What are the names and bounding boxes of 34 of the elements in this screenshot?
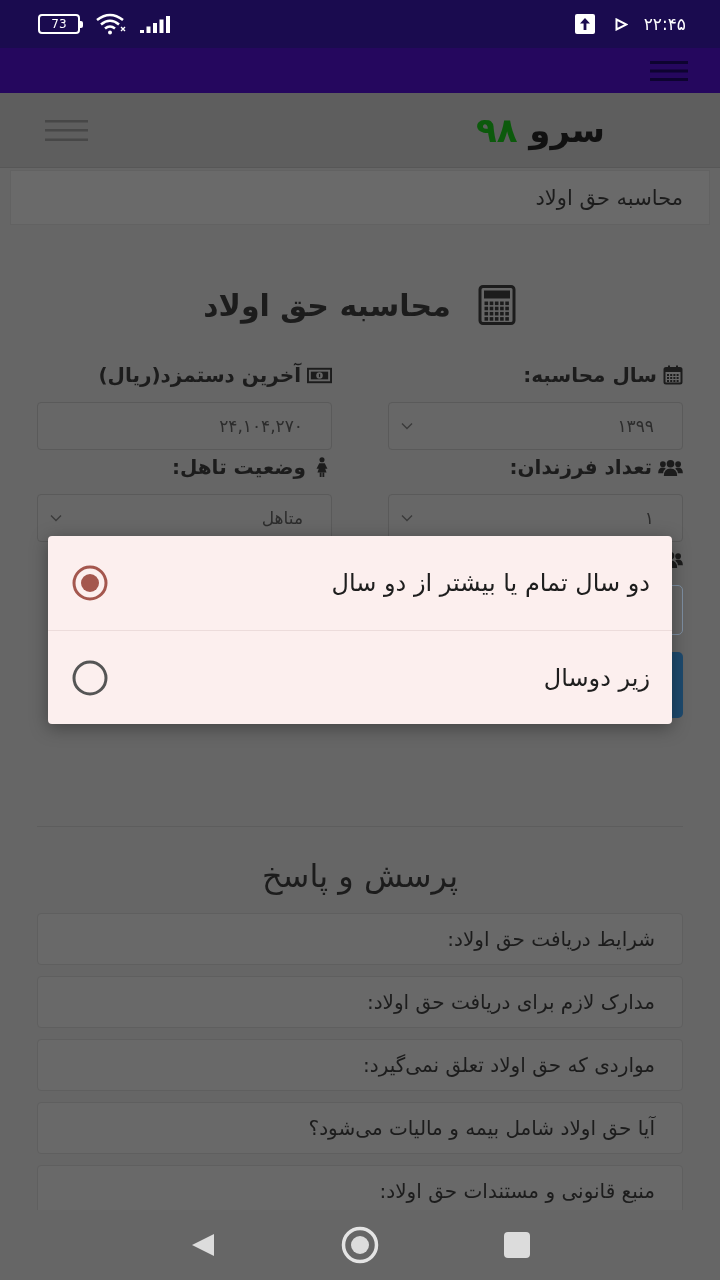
play-icon [614,17,628,31]
field-label: سال محاسبه: [523,363,657,387]
signal-icon [139,15,171,33]
home-icon[interactable] [341,1226,379,1264]
option-label[interactable]: دو سال تمام یا بیشتر از دو سال [331,569,650,597]
field-label: تعداد فرزندان: [509,455,652,479]
chevron-down-icon [401,422,413,430]
radio-button[interactable] [72,659,108,696]
calculator-icon [476,285,517,325]
faq-item[interactable]: مدارک لازم برای دریافت حق اولاد: [37,976,683,1028]
breadcrumb: محاسبه حق اولاد [10,170,710,225]
faq-item[interactable]: مواردی که حق اولاد تعلق نمی‌گیرد: [37,1039,683,1091]
chevron-down-icon [401,514,413,522]
battery-indicator: 73 [38,14,83,34]
calendar-icon [663,365,683,385]
wifi-icon [95,13,127,35]
site-logo[interactable]: سرو ۹۸ [475,110,605,150]
back-icon[interactable] [190,1232,216,1258]
faq-item[interactable]: شرایط دریافت حق اولاد: [37,913,683,965]
faq-item[interactable]: منبع قانونی و مستندات حق اولاد: [37,1165,683,1210]
faq-item[interactable]: آیا حق اولاد شامل بیمه و مالیات می‌شود؟ [37,1102,683,1154]
radio-button[interactable] [72,565,108,601]
option-label[interactable]: زیر دوسال [543,663,650,692]
field-label: وضعیت تاهل: [171,455,306,479]
users-icon [658,457,683,477]
field-label: آخرین دستمزد(ریال) [98,363,301,387]
upload-icon [574,14,595,34]
section-title: پرسش و پاسخ [260,856,460,897]
banknote-icon [307,365,332,385]
status-time: ۲۲:۴۵ [643,14,686,34]
page-title: محاسبه حق اولاد [203,287,451,323]
select-field[interactable]: ۱۳۹۹ [388,402,683,450]
input-field[interactable]: ۲۴,۱۰۴,۲۷۰ [37,402,332,450]
chevron-down-icon [50,514,62,522]
